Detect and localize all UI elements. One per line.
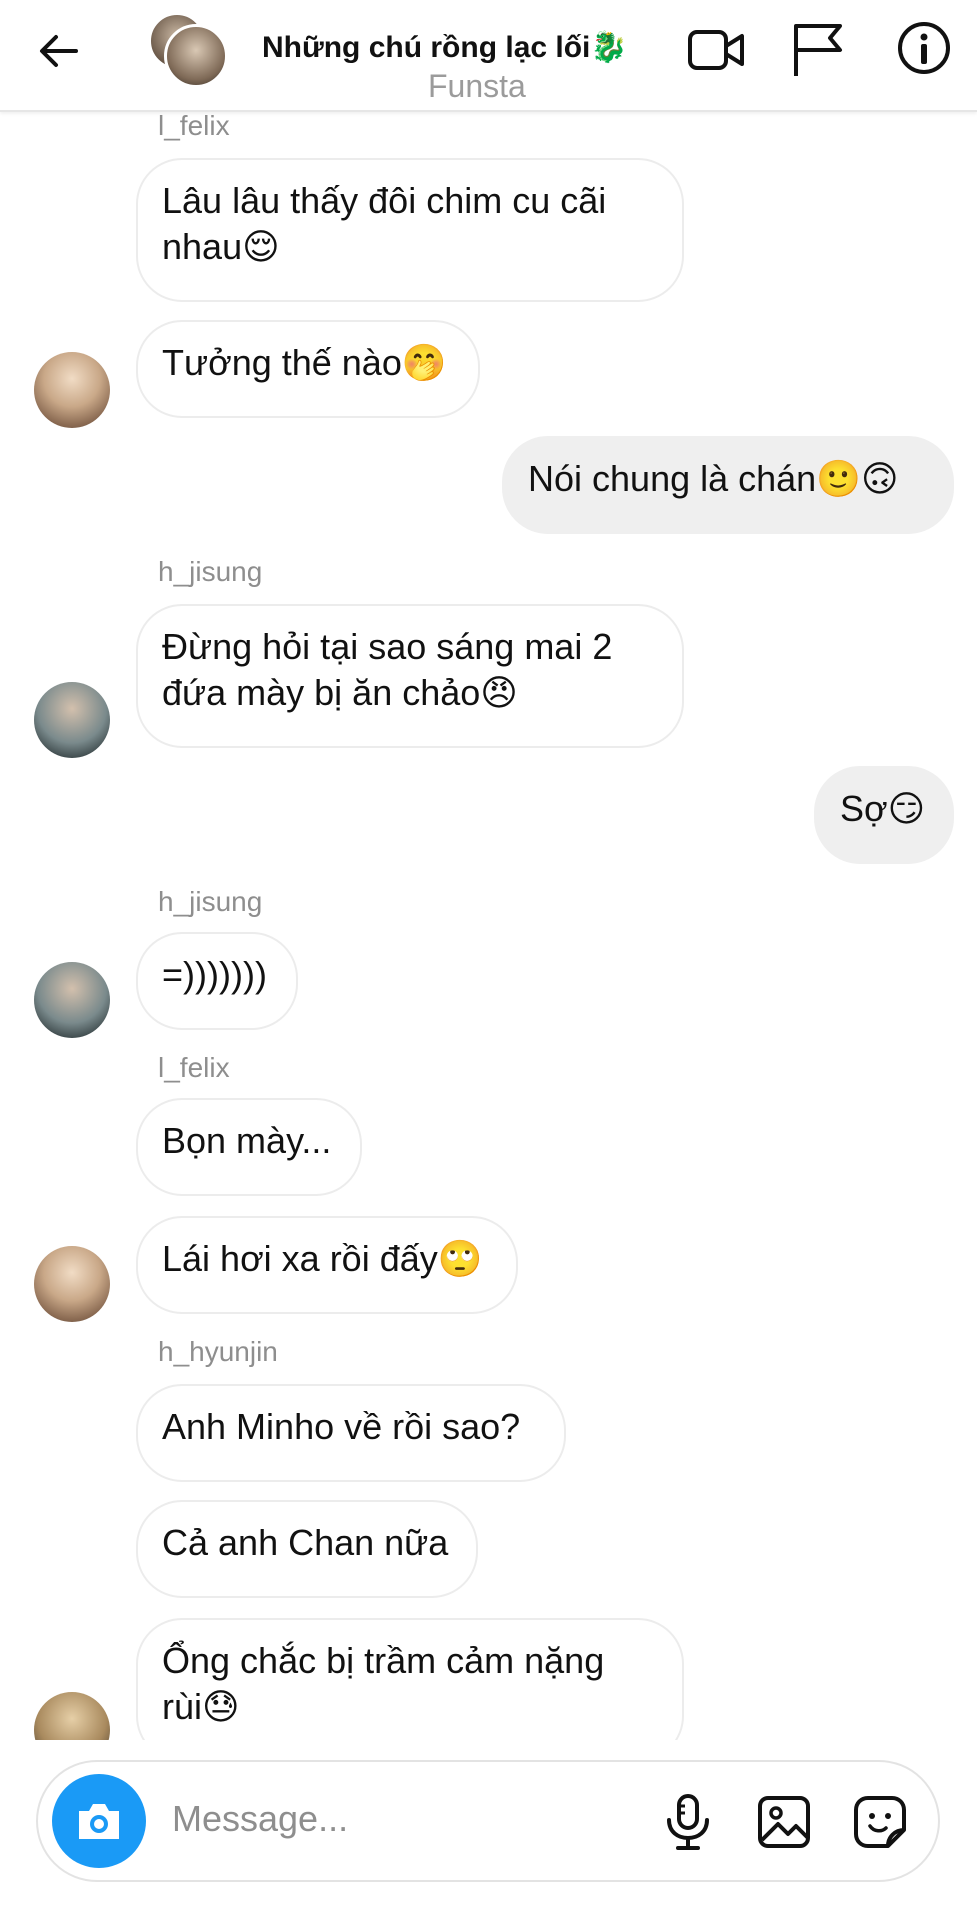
sender-name: h_hyunjin	[158, 1336, 278, 1367]
message-input[interactable]: Message...	[172, 1798, 348, 1840]
avatar[interactable]	[34, 682, 110, 758]
message-bubble[interactable]: Lái hơi xa rồi đấy🙄	[136, 1216, 518, 1314]
sender-name: h_jisung	[158, 556, 263, 587]
image-icon[interactable]	[754, 1792, 814, 1852]
flag-icon[interactable]	[788, 20, 848, 80]
avatar[interactable]	[34, 1246, 110, 1322]
avatar[interactable]	[34, 962, 110, 1038]
message-bubble[interactable]: Bọn mày...	[136, 1098, 362, 1196]
message-bubble[interactable]: Cả anh Chan nữa	[136, 1500, 478, 1598]
message-bubble[interactable]: Anh Minho về rồi sao?	[136, 1384, 566, 1482]
camera-button[interactable]	[52, 1774, 146, 1868]
message-bubble[interactable]: Đừng hỏi tại sao sáng mai 2 đứa mày bị ă…	[136, 604, 684, 748]
avatar	[164, 24, 228, 88]
info-icon[interactable]	[894, 20, 954, 80]
message-bubble[interactable]: Lâu lâu thấy đôi chim cu cãi nhau😌	[136, 158, 684, 302]
avatar[interactable]	[34, 1692, 110, 1740]
chat-header: Những chú rồng lạc lối🐉 Funsta	[0, 0, 977, 112]
message-bubble-outgoing[interactable]: Sợ😏	[814, 766, 954, 864]
camera-icon	[79, 1804, 119, 1839]
sender-name: h_jisung	[158, 886, 263, 917]
message-composer[interactable]: Message...	[36, 1760, 940, 1882]
sticker-icon[interactable]	[850, 1792, 910, 1852]
video-camera-icon[interactable]	[686, 20, 746, 80]
message-bubble[interactable]: =)))))))	[136, 932, 298, 1030]
group-avatar[interactable]	[148, 12, 228, 88]
message-thread[interactable]: l_felix Lâu lâu thấy đôi chim cu cãi nha…	[0, 110, 977, 1740]
chat-subtitle: Funsta	[428, 68, 526, 104]
arrow-left-icon[interactable]	[34, 26, 84, 76]
sender-name: l_felix	[158, 1052, 230, 1083]
message-bubble[interactable]: Ổng chắc bị trầm cảm nặng rùi😓	[136, 1618, 684, 1740]
sender-name: l_felix	[158, 110, 230, 141]
message-bubble[interactable]: Tưởng thế nào🤭	[136, 320, 480, 418]
avatar[interactable]	[34, 352, 110, 428]
chat-title[interactable]: Những chú rồng lạc lối🐉	[262, 30, 628, 65]
message-bubble-outgoing[interactable]: Nói chung là chán🙂🙃	[502, 436, 954, 534]
microphone-icon[interactable]	[658, 1792, 718, 1852]
